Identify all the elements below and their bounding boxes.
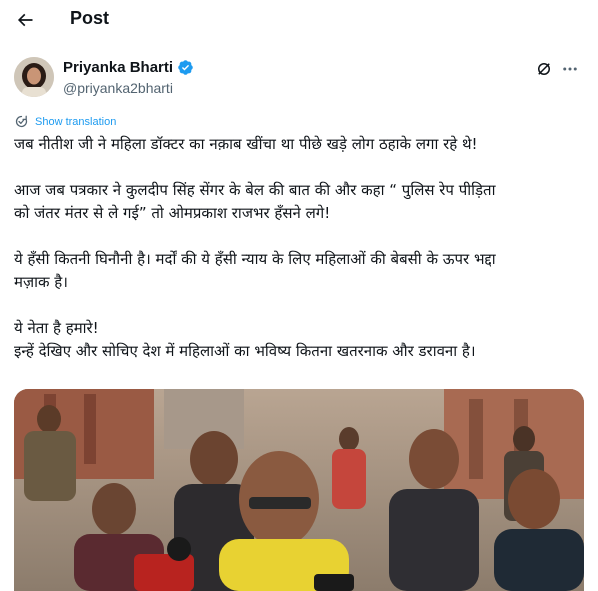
- author-handle[interactable]: @priyanka2bharti: [63, 80, 173, 96]
- grok-icon: [538, 63, 550, 75]
- tweet-line: ये हँसी कितनी घिनौनी है। मर्दों की ये हँ…: [14, 250, 496, 268]
- avatar[interactable]: [14, 57, 54, 97]
- top-bar: Post: [0, 0, 598, 40]
- tweet-line: आज जब पत्रकार ने कुलदीप सिंह सेंगर के बे…: [14, 181, 496, 199]
- show-translation-link[interactable]: Show translation: [14, 114, 116, 129]
- avatar-image: [14, 57, 54, 97]
- tweet-line: जब नीतीश जी ने महिला डॉक्टर का नक़ाब खीं…: [14, 135, 478, 153]
- back-button[interactable]: [10, 5, 40, 35]
- arrow-left-icon: [17, 13, 33, 27]
- show-translation-label: Show translation: [35, 115, 117, 128]
- tweet-line: को जंतर मंतर से ले गई” तो ओमप्रकाश राजभर…: [14, 204, 331, 222]
- tweet-line: इन्हें देखिए और सोचिए देश में महिलाओं का…: [14, 342, 476, 360]
- verified-badge-icon: [178, 60, 193, 75]
- more-horizontal-icon: [563, 67, 577, 71]
- video-thumbnail: [14, 389, 584, 591]
- translate-icon: [15, 115, 28, 128]
- more-options-button[interactable]: [558, 58, 582, 80]
- tweet-media-video[interactable]: [14, 389, 584, 591]
- grok-button[interactable]: [533, 58, 555, 80]
- tweet-line: ये नेता है हमारे!: [14, 319, 99, 337]
- tweet-line: मज़ाक है।: [14, 273, 68, 291]
- page-title: Post: [70, 8, 110, 28]
- tweet-text: जब नीतीश जी ने महिला डॉक्टर का नक़ाब खीं…: [14, 133, 584, 363]
- author-name[interactable]: Priyanka Bharti: [63, 59, 194, 76]
- author-name-text: Priyanka Bharti: [63, 59, 174, 76]
